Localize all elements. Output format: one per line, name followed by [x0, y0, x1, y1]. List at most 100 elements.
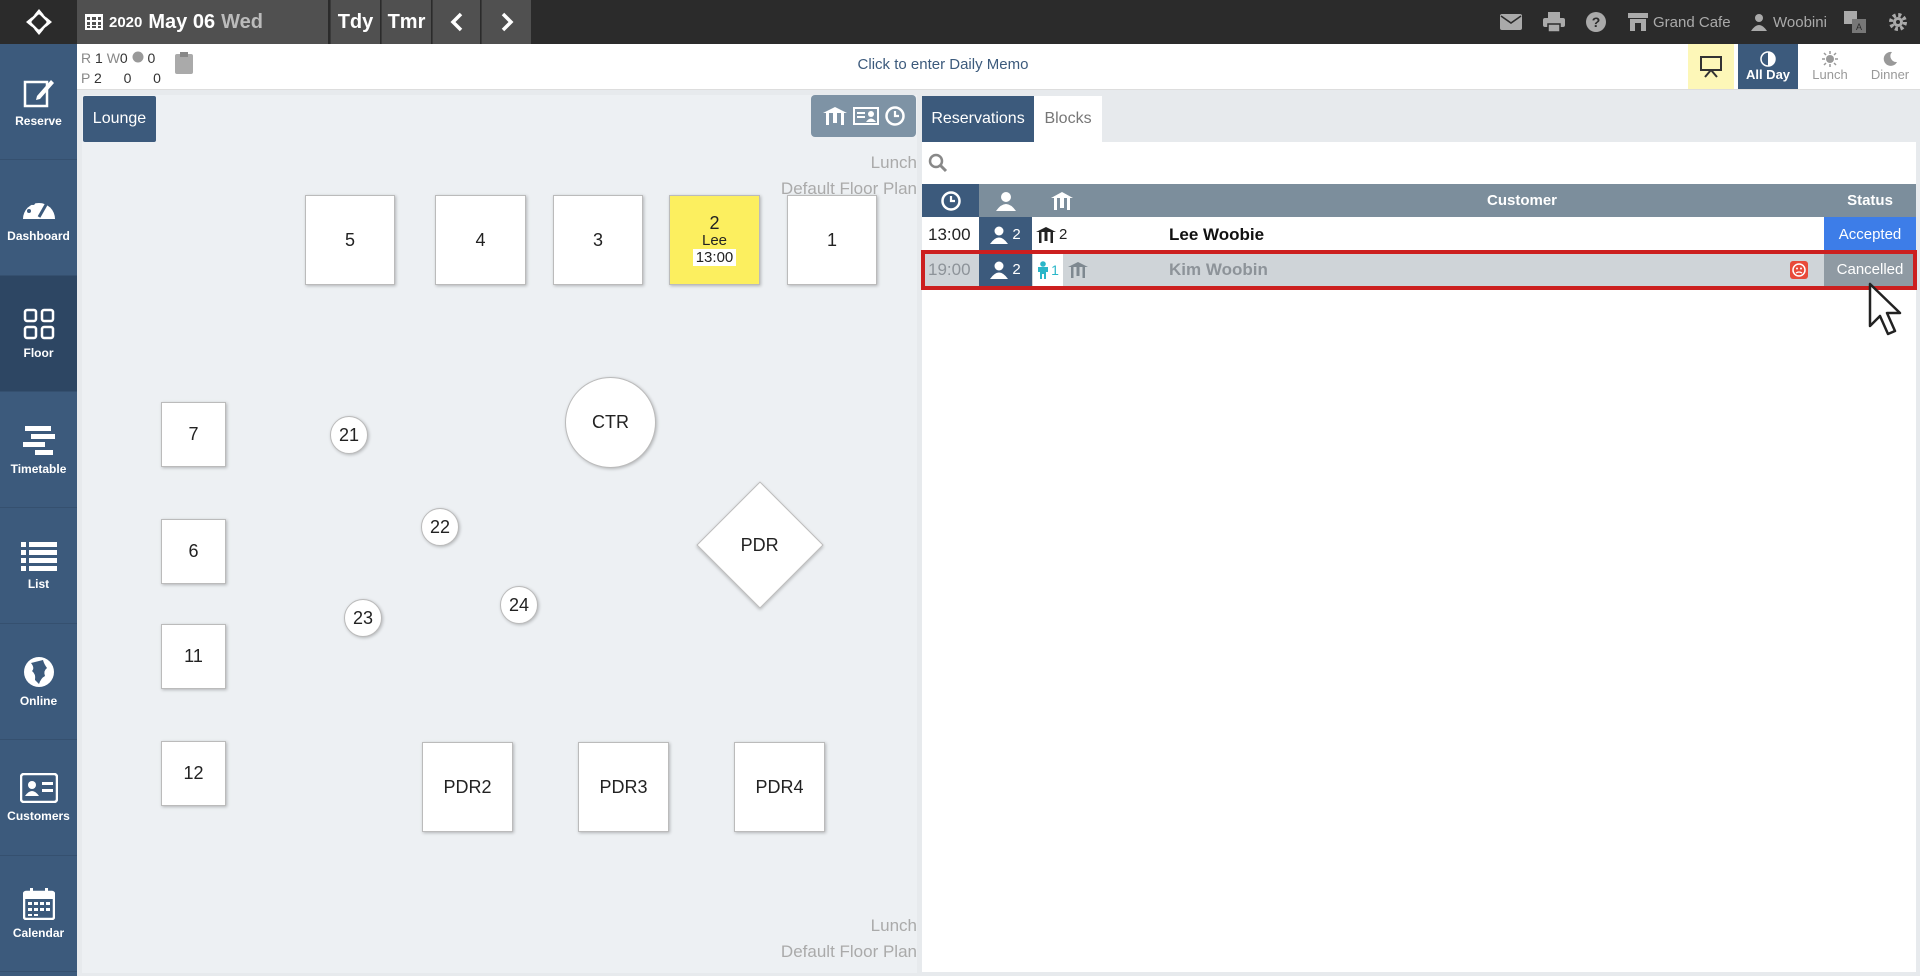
tomorrow-button[interactable]: Tmr: [381, 0, 431, 44]
printer-icon: [1543, 12, 1565, 32]
sidebar-item-reserve[interactable]: Reserve: [0, 44, 77, 160]
row-table: 2: [1036, 217, 1067, 252]
tab-blocks[interactable]: Blocks: [1034, 96, 1102, 142]
table-21[interactable]: 21: [330, 416, 368, 454]
meal-lunch[interactable]: Lunch: [1800, 44, 1860, 89]
svg-text:A: A: [1856, 22, 1862, 32]
sidebar: Reserve Dashboard Floor Timetable List O…: [0, 44, 77, 976]
half-circle-icon: [1760, 51, 1776, 67]
meal-dinner[interactable]: Dinner: [1860, 44, 1920, 89]
print-button[interactable]: [1543, 0, 1565, 44]
date-weekday: Wed: [221, 10, 263, 33]
header-table[interactable]: [1042, 184, 1082, 217]
reservation-search: [922, 142, 1916, 184]
sad-face-icon: [1790, 260, 1808, 279]
settings-button[interactable]: [1888, 0, 1908, 44]
user-menu[interactable]: Woobini: [1750, 0, 1827, 44]
table-22[interactable]: 22: [421, 508, 459, 546]
table-4[interactable]: 4: [435, 195, 526, 285]
row-pax-count: 2: [1012, 226, 1021, 243]
table-12[interactable]: 12: [161, 741, 226, 806]
row-customer: Lee Woobie: [1169, 224, 1265, 244]
table-24[interactable]: 24: [500, 586, 538, 624]
moon-icon: [1883, 51, 1897, 66]
header-pax[interactable]: [979, 184, 1032, 217]
table-icon: [1036, 226, 1056, 243]
sun-icon: [1822, 51, 1838, 67]
header-customer[interactable]: Customer: [1282, 184, 1762, 217]
previous-day-button[interactable]: [432, 0, 480, 44]
table-pdr3[interactable]: PDR3: [578, 742, 669, 832]
table-view-icon[interactable]: [822, 107, 847, 125]
sidebar-item-label: Reserve: [15, 113, 62, 128]
app-logo[interactable]: [0, 0, 77, 44]
table-7[interactable]: 7: [161, 402, 226, 467]
search-input[interactable]: [956, 154, 1856, 172]
row-flag[interactable]: [1790, 252, 1808, 287]
sidebar-item-online[interactable]: Online: [0, 624, 77, 740]
table-pdr4[interactable]: PDR4: [734, 742, 825, 832]
presentation-button[interactable]: [1688, 44, 1734, 89]
sidebar-item-label: Dashboard: [7, 228, 70, 243]
person-icon: [990, 226, 1009, 244]
count-o-value: 0: [147, 50, 156, 66]
gauge-icon: [22, 197, 55, 219]
row-time: 19:00: [928, 259, 971, 279]
plan-meal-bottom: Lunch: [870, 916, 917, 935]
sidebar-item-customers[interactable]: Customers: [0, 740, 77, 856]
floor-view-toggles[interactable]: [811, 95, 916, 137]
count-r-label: R: [81, 50, 92, 66]
sidebar-item-list[interactable]: List: [0, 508, 77, 624]
gear-icon: [1889, 13, 1907, 31]
timetable-icon: [22, 425, 55, 455]
memo-note-button[interactable]: [174, 52, 194, 79]
table-pdr-label: PDR: [740, 534, 780, 555]
table-11[interactable]: 11: [161, 624, 226, 689]
header-status[interactable]: Status: [1824, 184, 1916, 217]
sidebar-item-calendar[interactable]: Calendar: [0, 856, 77, 972]
table-icon: [1051, 191, 1073, 210]
table-pdr2[interactable]: PDR2: [422, 742, 513, 832]
status-badge[interactable]: Accepted: [1824, 217, 1916, 252]
count-p-w-value: 0: [123, 70, 132, 86]
table-row[interactable]: 19:00 2 1 Kim Woobin Cancelled: [922, 252, 1916, 287]
language-button[interactable]: A: [1844, 0, 1866, 44]
mouse-cursor: [1868, 282, 1902, 341]
help-button[interactable]: ?: [1586, 0, 1606, 44]
next-day-button[interactable]: [481, 0, 531, 44]
id-card-icon: [19, 772, 58, 803]
mail-button[interactable]: [1500, 0, 1522, 44]
sidebar-item-label: List: [27, 576, 50, 591]
store-icon: [1628, 13, 1648, 31]
daily-memo-link[interactable]: Click to enter Daily Memo: [740, 56, 1146, 73]
tab-reservations[interactable]: Reservations: [922, 96, 1034, 142]
floor-plan-label-bottom: Lunch Default Floor Plan: [781, 913, 917, 965]
table-row[interactable]: 13:00 2 2 Lee Woobie Accepted: [922, 217, 1916, 252]
child-icon: [1038, 260, 1049, 279]
area-tab-lounge[interactable]: Lounge: [83, 96, 156, 142]
restaurant-switcher[interactable]: Grand Cafe: [1628, 0, 1731, 44]
table-ctr[interactable]: CTR: [565, 377, 656, 468]
meal-all-day[interactable]: All Day: [1738, 44, 1798, 89]
table-2[interactable]: 2 Lee 13:00: [669, 195, 760, 285]
table-23[interactable]: 23: [344, 599, 382, 637]
sidebar-item-floor[interactable]: Floor: [0, 276, 77, 392]
header-time[interactable]: [922, 184, 979, 217]
sidebar-item-timetable[interactable]: Timetable: [0, 392, 77, 508]
date-selector[interactable]: 2020 May 06 Wed: [77, 0, 328, 44]
clock-view-icon[interactable]: [884, 106, 905, 126]
table-6[interactable]: 6: [161, 519, 226, 584]
count-r-value: 1: [95, 50, 103, 66]
table-1[interactable]: 1: [787, 195, 877, 285]
guest-card-view-icon[interactable]: [852, 107, 879, 125]
row-pax-count: 2: [1012, 261, 1021, 278]
sidebar-item-dashboard[interactable]: Dashboard: [0, 160, 77, 276]
user-name: Woobini: [1773, 13, 1827, 31]
table-3[interactable]: 3: [553, 195, 643, 285]
table-5[interactable]: 5: [305, 195, 395, 285]
today-button[interactable]: Tdy: [330, 0, 380, 44]
globe-icon: [23, 656, 54, 687]
row-table: [1068, 252, 1088, 287]
sidebar-item-label: Timetable: [10, 461, 67, 476]
chevron-left-icon: [450, 12, 462, 32]
